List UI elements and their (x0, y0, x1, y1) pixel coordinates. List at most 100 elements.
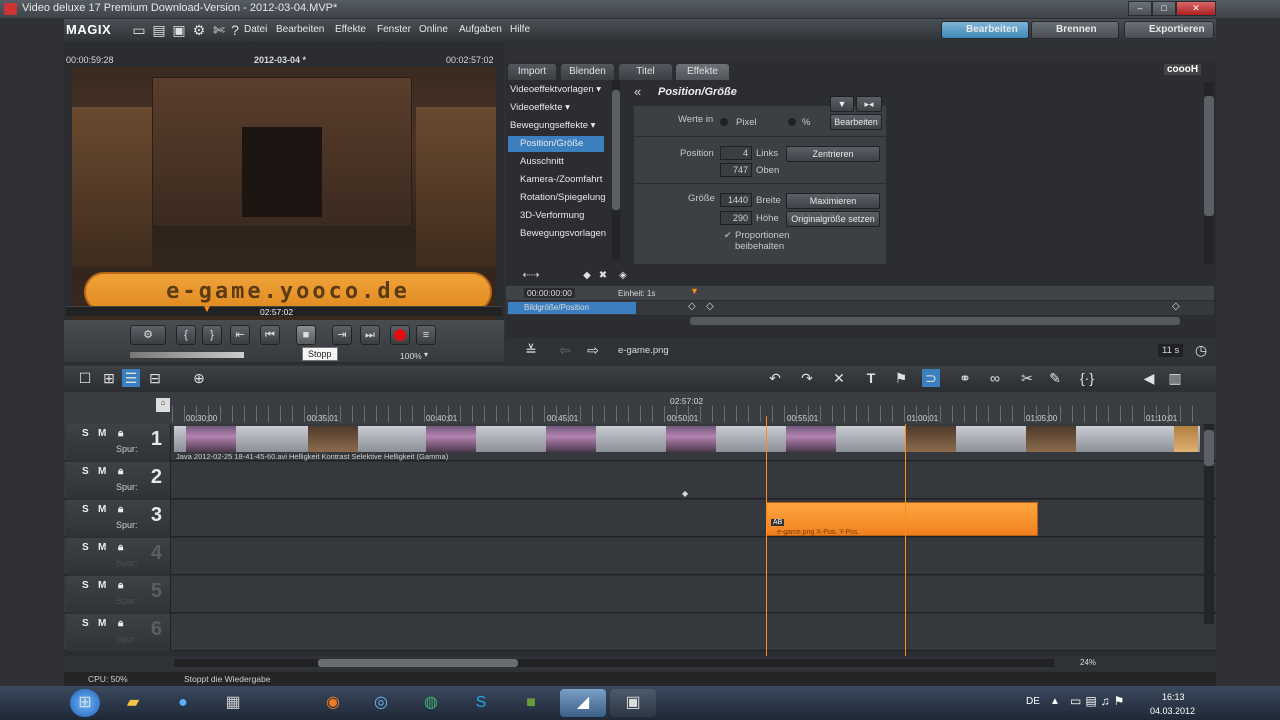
keyboard-language[interactable]: DE (1026, 696, 1040, 707)
forward-arrow-icon[interactable]: ⇨ (584, 341, 602, 359)
kf-copy-icon[interactable]: ◈ (614, 267, 632, 285)
settings-scrollbar[interactable] (1204, 82, 1214, 264)
proportionen-checkbox[interactable]: ✔ (724, 230, 732, 241)
menu-effekte[interactable]: Effekte (335, 24, 366, 35)
solo-button[interactable]: S (82, 466, 89, 477)
undo-icon[interactable]: ↶ (766, 369, 784, 387)
clock-date[interactable]: 04.03.2012 (1150, 706, 1195, 716)
tray-arrow-icon[interactable]: ▲ (1050, 696, 1060, 707)
kf-delete-icon[interactable]: ✖ (594, 267, 612, 285)
explorer-icon[interactable]: ▰ (118, 689, 148, 717)
solo-button[interactable]: S (82, 504, 89, 515)
mixer-icon[interactable]: ▥ (1166, 369, 1184, 387)
minecraft-icon[interactable]: ■ (516, 689, 546, 717)
lock-icon[interactable]: 🔒︎ (118, 618, 123, 629)
skype-icon[interactable]: S (466, 689, 496, 717)
kf-prev-icon[interactable]: ⇠⇢ (522, 267, 540, 285)
scrub-marker-icon[interactable]: ▼ (202, 304, 212, 315)
tree-videoeffekte[interactable]: Videoeffekte ▾ (508, 100, 612, 116)
preview-mode-button[interactable]: ⚙ (130, 325, 166, 345)
originalgroesse-button[interactable]: Originalgröße setzen (786, 211, 880, 227)
open-icon[interactable]: ▤ (150, 21, 168, 39)
timeline-lock-icon[interactable]: ⌂ (156, 398, 170, 412)
track-3[interactable]: S M 🔒︎ 3 Spur: AB e-game.png X-Pos. Y-Po… (64, 500, 1216, 537)
tree-videoeffektvorlagen[interactable]: Videoeffektvorlagen ▾ (508, 82, 612, 98)
text-icon[interactable]: T (862, 369, 880, 387)
view-timeline-icon[interactable]: ☰ (122, 369, 140, 387)
snap-icon[interactable]: ⊕ (190, 369, 208, 387)
clock-time[interactable]: 16:13 (1162, 692, 1185, 702)
timeline-zoom[interactable]: 24% (1080, 658, 1096, 667)
size-h-input[interactable]: 290 (720, 211, 752, 225)
scroll-thumb[interactable] (318, 659, 518, 667)
kf-scrollbar[interactable] (690, 317, 1180, 325)
keyframe-icon[interactable]: ◇ (706, 301, 714, 312)
redo-icon[interactable]: ↷ (798, 369, 816, 387)
zoom-select[interactable]: 100% (400, 351, 422, 361)
in-marker-button[interactable]: { (176, 325, 196, 345)
tree-bewegungsvorlagen[interactable]: Bewegungsvorlagen (508, 226, 612, 242)
view-storyboard-icon[interactable]: ⊞ (100, 369, 118, 387)
zentrieren-button[interactable]: Zentrieren (786, 146, 880, 162)
tray-icons[interactable]: ▭▤♫⚑ (1070, 694, 1128, 708)
mute-button[interactable]: M (98, 542, 106, 553)
mode-exportieren-tab[interactable]: Exportieren (1124, 21, 1214, 39)
dropdown-button[interactable]: ▼ (830, 96, 854, 112)
tree-ausschnitt[interactable]: Ausschnitt (508, 154, 612, 170)
mute-button[interactable]: M (98, 466, 106, 477)
keyframe-icon[interactable]: ◆ (682, 489, 688, 498)
delete-icon[interactable]: ✕ (830, 369, 848, 387)
collapse-icon[interactable]: ≚ (522, 341, 540, 359)
keyframe-track[interactable]: Bildgröße/Position ◇ ◇ ◇ (506, 301, 1214, 315)
lock-icon[interactable]: 🔒︎ (118, 504, 123, 515)
lock-icon[interactable]: 🔒︎ (118, 428, 123, 439)
list-button[interactable]: ≡ (416, 325, 436, 345)
magix-task-icon[interactable]: ▣ (610, 689, 656, 717)
tab-effekte[interactable]: Effekte (676, 64, 729, 80)
next-marker-button[interactable]: ⇥ (332, 325, 352, 345)
solo-button[interactable]: S (82, 580, 89, 591)
size-w-input[interactable]: 1440 (720, 193, 752, 207)
pos-y-input[interactable]: 747 (720, 163, 752, 177)
prev-marker-button[interactable]: ⇤ (230, 325, 250, 345)
image-clip[interactable]: AB e-game.png X-Pos. Y-Pos. (766, 502, 1038, 536)
unlink-icon[interactable]: ∞ (986, 369, 1004, 387)
pos-x-input[interactable]: 4 (720, 146, 752, 160)
radio-percent[interactable] (788, 118, 796, 126)
video-frame[interactable]: e-game.yooco.de (72, 67, 496, 342)
track-2[interactable]: S M 🔒︎ 2 Spur: ◆ (64, 462, 1216, 499)
mute-button[interactable]: M (98, 428, 106, 439)
skip-back-button[interactable]: ⏮ (260, 325, 280, 345)
mode-icon[interactable]: ⊃ (922, 369, 940, 387)
tree-3d-verformung[interactable]: 3D-Verformung (508, 208, 612, 224)
skip-forward-button[interactable]: ⏭ (360, 325, 380, 345)
menu-bearbeiten[interactable]: Bearbeiten (276, 24, 324, 35)
mode-bearbeiten-tab[interactable]: Bearbeiten (941, 21, 1029, 39)
save-icon[interactable]: ▣ (170, 21, 188, 39)
menu-fenster[interactable]: Fenster (377, 24, 411, 35)
view-single-icon[interactable]: ☐ (76, 369, 94, 387)
media-player-icon[interactable]: ● (168, 689, 198, 717)
clock-icon[interactable]: ◷ (1192, 341, 1210, 359)
menu-datei[interactable]: Datei (244, 24, 267, 35)
keyframe-nav-button[interactable]: ▸◂ (856, 96, 882, 112)
maximize-button[interactable]: □ (1152, 1, 1176, 16)
pen-tool-icon[interactable]: ✎ (1046, 369, 1064, 387)
scroll-track[interactable] (174, 659, 1054, 667)
track-6[interactable]: S M 🔒︎ 6 Spur: (64, 614, 1216, 651)
active-app-icon[interactable]: ◢ (560, 689, 606, 717)
timeline-hscroll[interactable]: 24% (64, 656, 1216, 670)
solo-button[interactable]: S (82, 428, 89, 439)
settings-icon[interactable]: ⚙ (190, 21, 208, 39)
mute-button[interactable]: M (98, 504, 106, 515)
mute-button[interactable]: M (98, 618, 106, 629)
maximieren-button[interactable]: Maximieren (786, 193, 880, 209)
back-arrow-icon[interactable]: ⇦ (556, 341, 574, 359)
stop-button[interactable]: ■ (296, 325, 316, 345)
menu-hilfe[interactable]: Hilfe (510, 24, 530, 35)
timeline-ruler[interactable]: 02:57:02 ⌂ 00:30;00 00:35;01 00:40;01 00… (64, 392, 1216, 424)
solo-button[interactable]: S (82, 542, 89, 553)
close-button[interactable]: ✕ (1176, 1, 1216, 16)
link-icon[interactable]: ⚭ (956, 369, 974, 387)
zoom-dropdown-icon[interactable]: ▾ (424, 350, 428, 359)
